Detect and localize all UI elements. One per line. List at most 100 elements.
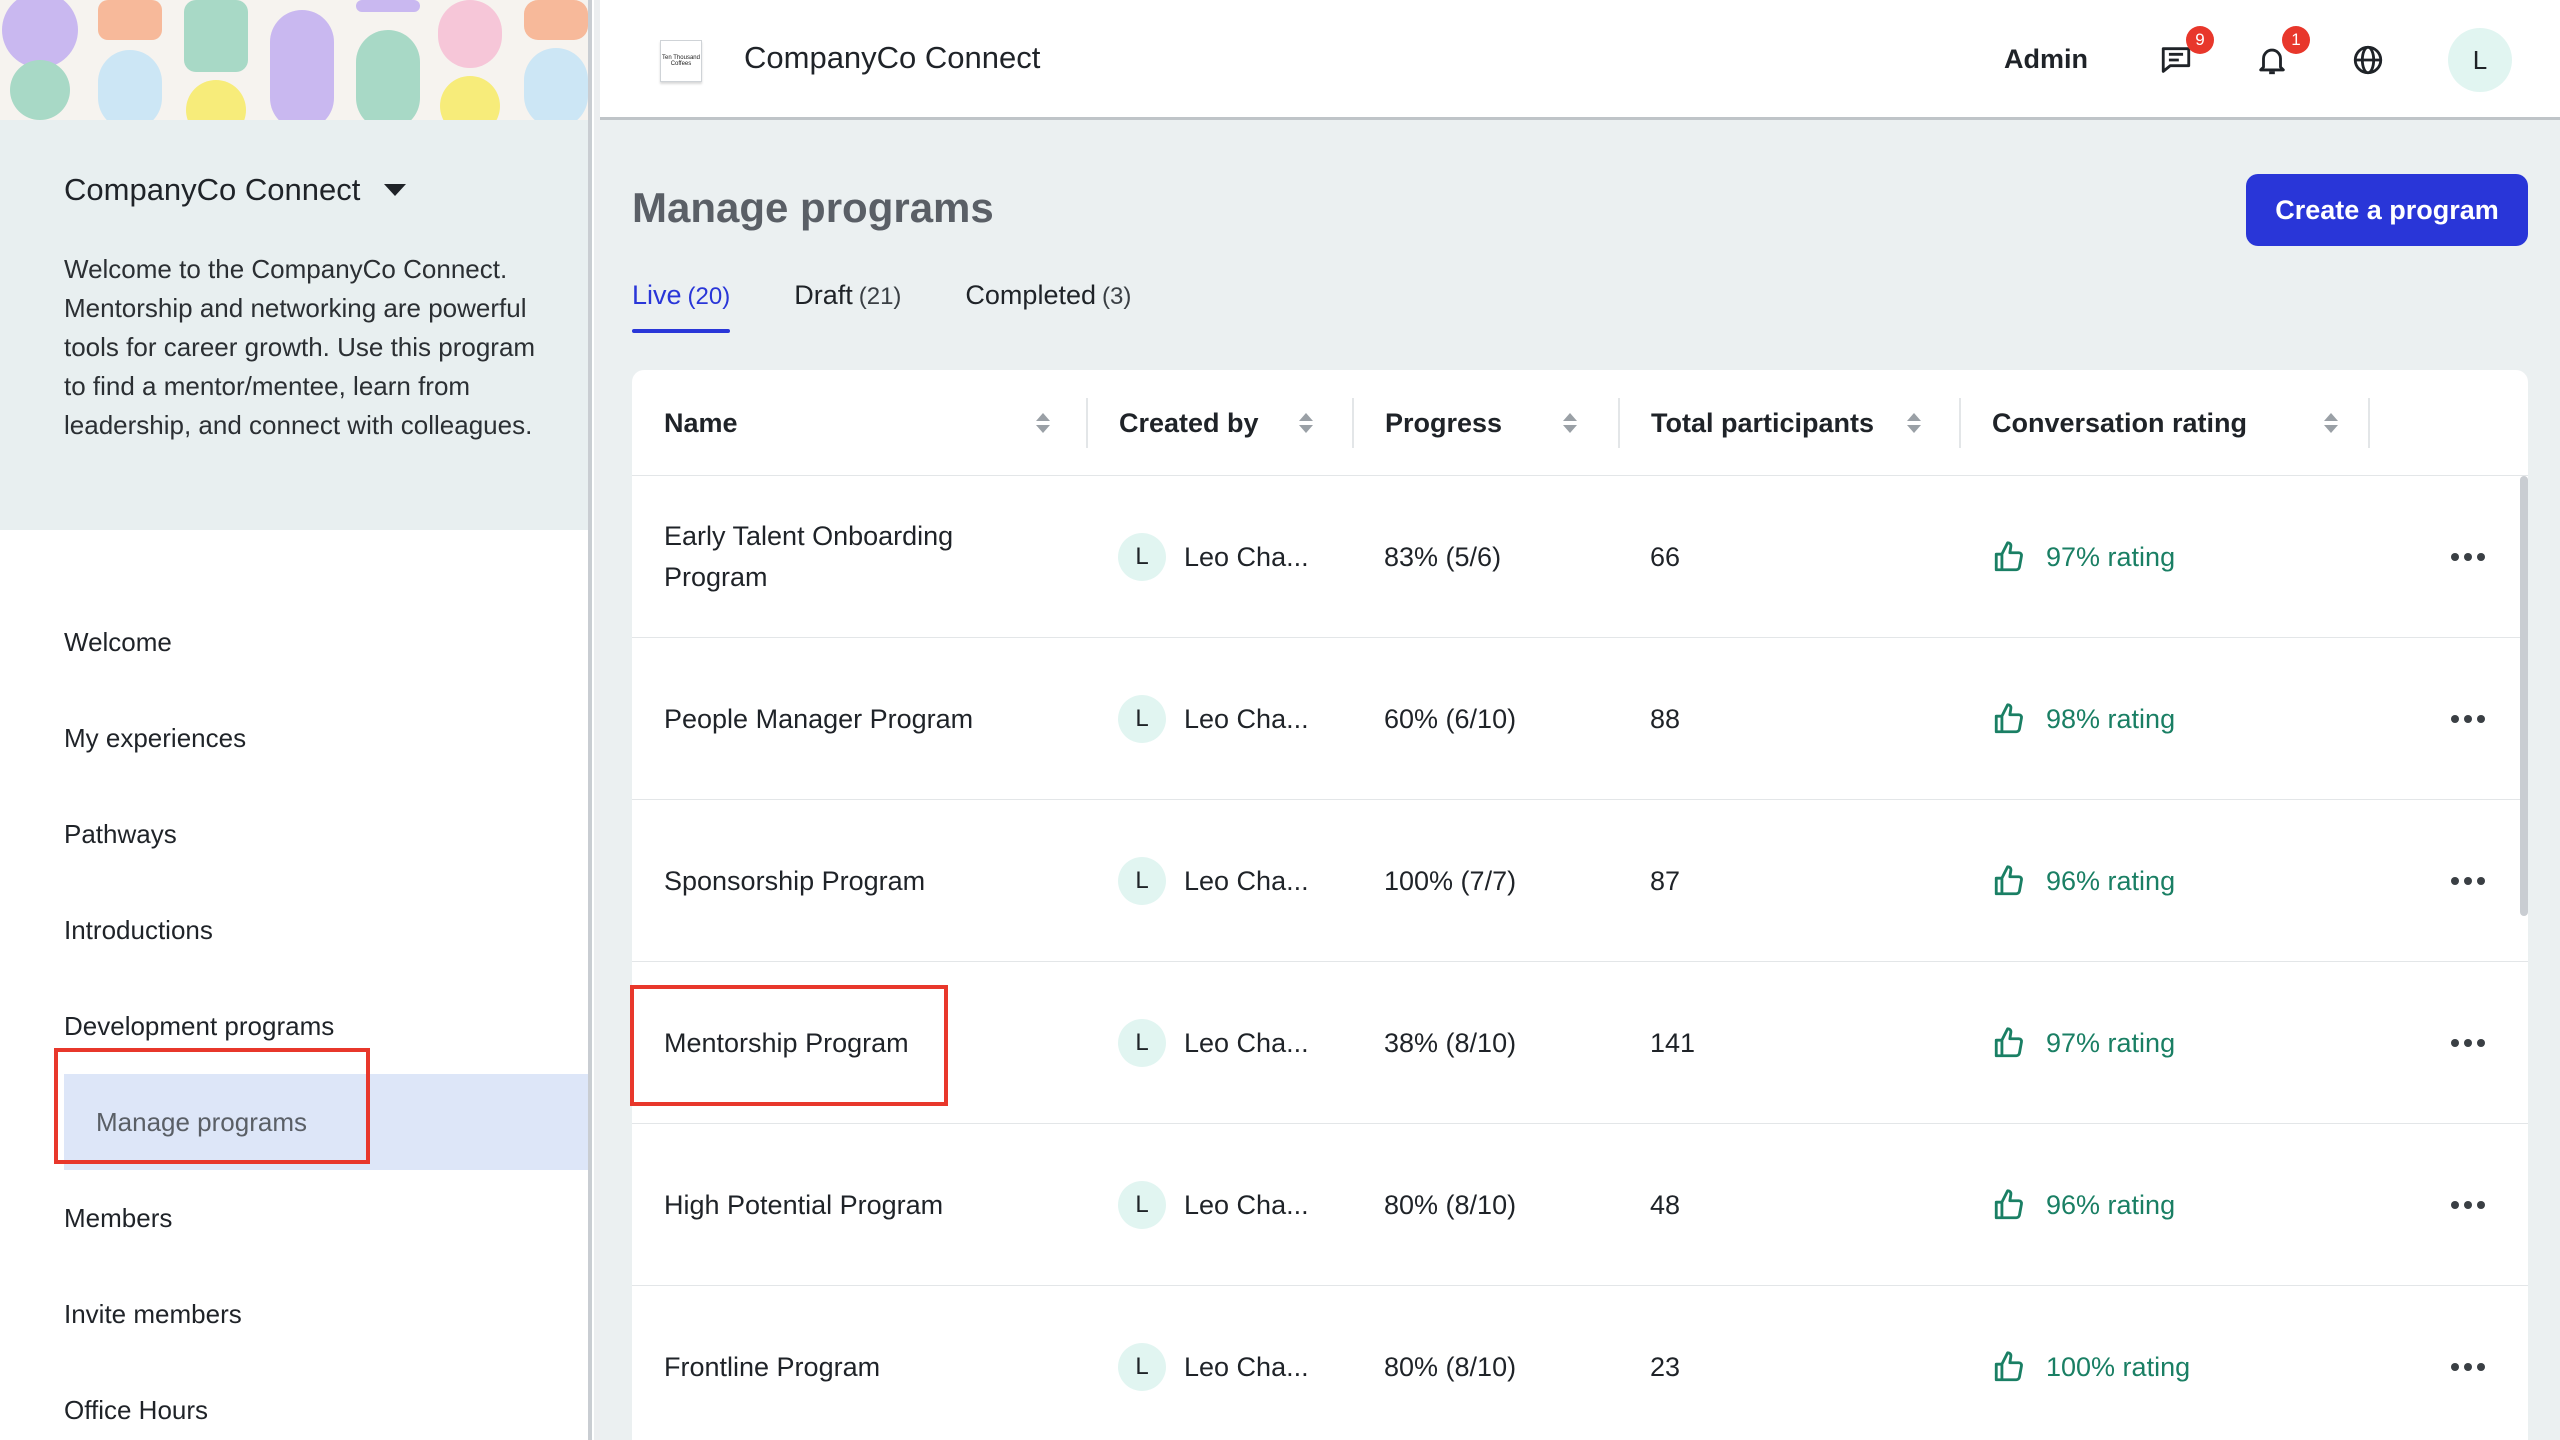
conversation-rating[interactable]: 97% rating [1992,962,2175,1124]
sidebar-item-members[interactable]: Members [0,1170,592,1266]
conversation-rating[interactable]: 96% rating [1992,800,2175,962]
sidebar-item-development-programs[interactable]: Development programs [0,978,592,1074]
notifications-button[interactable]: 1 [2252,26,2310,80]
created-by: L Leo Cha... [1118,1124,1309,1286]
user-avatar[interactable]: L [2448,28,2512,92]
sort-icon [1907,413,1921,433]
column-divider [2368,398,2370,448]
conversation-rating[interactable]: 100% rating [1992,1286,2190,1440]
table-row[interactable]: People Manager Program L Leo Cha... 60% … [632,638,2528,800]
creator-name: Leo Cha... [1184,703,1309,734]
created-by: L Leo Cha... [1118,476,1309,638]
rating-text: 98% rating [2046,703,2176,734]
rating-text: 97% rating [2046,541,2176,572]
progress-value: 60% (6/10) [1384,703,1517,734]
sidebar-item-welcome[interactable]: Welcome [0,594,592,690]
page-title: Manage programs [632,184,994,231]
create-program-button[interactable]: Create a program [2246,174,2528,246]
company-logo[interactable]: Ten Thousand Coffees [660,40,702,82]
created-by: L Leo Cha... [1118,800,1309,962]
notifications-badge: 1 [2282,26,2310,54]
main-content: Ten Thousand Coffees CompanyCo Connect A… [600,0,2560,1440]
sort-icon [1036,413,1050,433]
globe-icon [2353,45,2383,75]
creator-avatar: L [1118,1019,1166,1067]
column-label: Conversation rating [1992,407,2248,438]
tab-live-label: Live [632,280,682,310]
more-options-button[interactable] [2438,1286,2498,1440]
rating-text: 100% rating [2046,1351,2191,1382]
participants-count: 48 [1650,1189,1681,1220]
progress-value: 38% (8/10) [1384,1027,1517,1058]
thumbs-up-icon [1994,1189,2023,1220]
sidebar-item-pathways[interactable]: Pathways [0,786,592,882]
table-scrollbar[interactable] [2520,476,2528,916]
table-row[interactable]: Frontline Program L Leo Cha... 80% (8/10… [632,1286,2528,1440]
progress-value: 83% (5/6) [1384,541,1502,572]
more-options-button[interactable] [2438,476,2498,638]
tab-completed[interactable]: Completed (3) [965,280,1131,333]
progress-value: 80% (8/10) [1384,1351,1517,1382]
more-options-button[interactable] [2438,1124,2498,1286]
messages-button[interactable]: 9 [2156,26,2214,80]
sort-icon [2324,413,2338,433]
sidebar-header: CompanyCo Connect Welcome to the Company… [0,0,592,530]
program-name[interactable]: Mentorship Program [664,962,1044,1124]
language-button[interactable] [2348,40,2388,80]
column-header-total-participants[interactable]: Total participants [1619,370,1959,476]
sort-icon [1563,413,1577,433]
programs-table: Name Created by Progress Total participa… [632,370,2528,1440]
messages-badge: 9 [2186,26,2214,54]
org-switcher[interactable]: CompanyCo Connect [64,172,407,208]
org-name: CompanyCo Connect [64,172,361,207]
caret-down-icon [384,184,407,196]
rating-text: 96% rating [2046,1189,2176,1220]
sidebar-item-office-hours[interactable]: Office Hours [0,1362,592,1440]
logo-text: Ten Thousand Coffees [662,55,700,67]
tab-draft[interactable]: Draft (21) [794,280,901,333]
app-title: CompanyCo Connect [744,40,1041,75]
thumbs-up-icon [1994,1351,2023,1382]
more-horizontal-icon [2451,1039,2485,1047]
creator-avatar: L [1118,1343,1166,1391]
more-options-button[interactable] [2438,800,2498,962]
table-row[interactable]: High Potential Program L Leo Cha... 80% … [632,1124,2528,1286]
column-header-conversation-rating[interactable]: Conversation rating [1960,370,2368,476]
program-name[interactable]: Sponsorship Program [664,800,1044,962]
sidebar-nav: Welcome My experiences Pathways Introduc… [0,594,592,1440]
sidebar-item-invite-members[interactable]: Invite members [0,1266,592,1362]
decorative-pattern [0,0,592,120]
conversation-rating[interactable]: 97% rating [1992,476,2175,638]
column-header-name[interactable]: Name [632,370,1086,476]
tab-completed-label: Completed [965,280,1096,310]
table-row[interactable]: Sponsorship Program L Leo Cha... 100% (7… [632,800,2528,962]
more-horizontal-icon [2451,553,2485,561]
sidebar-item-manage-programs[interactable]: Manage programs [64,1074,592,1170]
status-tabs: Live (20) Draft (21) Completed (3) [632,280,1131,333]
sidebar-scrollbar[interactable] [588,0,592,1440]
sidebar-item-my-experiences[interactable]: My experiences [0,690,592,786]
tab-live[interactable]: Live (20) [632,280,731,333]
admin-link[interactable]: Admin [2004,44,2088,75]
table-row[interactable]: Mentorship Program L Leo Cha... 38% (8/1… [632,962,2528,1124]
column-header-progress[interactable]: Progress [1353,370,1618,476]
program-name[interactable]: Early Talent Onboarding Program [664,476,1044,638]
program-name[interactable]: People Manager Program [664,638,1044,800]
column-header-created-by[interactable]: Created by [1087,370,1352,476]
thumbs-up-icon [1994,1027,2023,1058]
more-horizontal-icon [2451,877,2485,885]
column-label: Created by [1119,407,1259,438]
program-name[interactable]: High Potential Program [664,1124,1044,1286]
more-options-button[interactable] [2438,962,2498,1124]
progress-value: 100% (7/7) [1384,865,1517,896]
program-name[interactable]: Frontline Program [664,1286,1044,1440]
conversation-rating[interactable]: 96% rating [1992,1124,2175,1286]
sidebar-item-introductions[interactable]: Introductions [0,882,592,978]
tab-completed-count: (3) [1102,283,1132,310]
created-by: L Leo Cha... [1118,638,1309,800]
participants-count: 88 [1650,703,1681,734]
table-row[interactable]: Early Talent Onboarding Program L Leo Ch… [632,476,2528,638]
column-label: Name [664,407,738,438]
conversation-rating[interactable]: 98% rating [1992,638,2175,800]
more-options-button[interactable] [2438,638,2498,800]
